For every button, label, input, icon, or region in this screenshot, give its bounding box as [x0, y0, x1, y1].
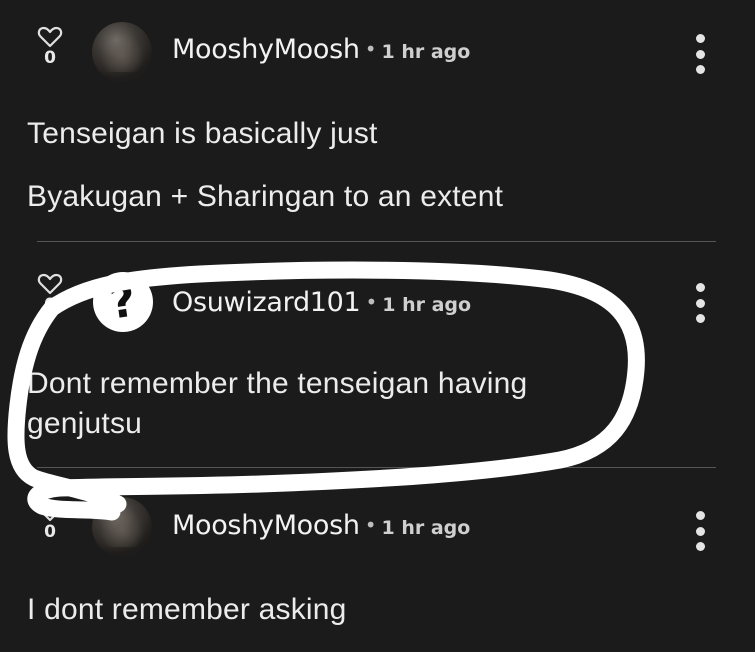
comment: 0 ? Osuwizard101 • 1 hr ago Dont remembe…: [0, 243, 755, 469]
username[interactable]: MooshyMoosh: [172, 34, 360, 65]
heart-outline-icon: [37, 26, 63, 48]
timestamp: 1 hr ago: [382, 294, 472, 316]
timestamp: 1 hr ago: [381, 41, 471, 63]
avatar[interactable]: [92, 497, 152, 557]
separator-dot: •: [364, 37, 377, 61]
more-vertical-icon[interactable]: [689, 511, 711, 551]
separator-dot: •: [365, 290, 378, 314]
more-vertical-icon[interactable]: [689, 283, 711, 323]
like-button[interactable]: 0: [36, 26, 64, 67]
comment: 0 MooshyMoosh • 1 hr ago Tenseigan is ba…: [0, 0, 755, 240]
comment-meta: MooshyMoosh • 1 hr ago: [172, 510, 470, 541]
comment-text: I dont remember asking: [27, 593, 347, 626]
comment-text: Byakugan + Sharingan to an extent: [27, 180, 504, 213]
more-vertical-icon[interactable]: [689, 34, 711, 74]
like-count: 0: [44, 48, 56, 68]
comment-text: Dont remember the tenseigan having: [27, 367, 528, 400]
heart-outline-icon: [37, 273, 63, 295]
username[interactable]: Osuwizard101: [172, 287, 361, 318]
like-button[interactable]: 0: [36, 273, 64, 314]
like-count: 0: [44, 295, 56, 315]
question-mark-icon: ?: [106, 275, 140, 330]
comment-meta: Osuwizard101 • 1 hr ago: [172, 287, 471, 318]
separator-dot: •: [364, 513, 377, 537]
comment: 0 MooshyMoosh • 1 hr ago I dont remember…: [0, 469, 755, 652]
like-count: 0: [44, 522, 56, 542]
timestamp: 1 hr ago: [381, 517, 471, 539]
avatar[interactable]: [92, 22, 152, 82]
username[interactable]: MooshyMoosh: [172, 510, 360, 541]
question-mark-avatar[interactable]: ?: [93, 272, 153, 332]
comment-meta: MooshyMoosh • 1 hr ago: [172, 34, 470, 65]
divider: [37, 467, 716, 468]
comment-text: genjutsu: [27, 407, 143, 440]
comment-text: Tenseigan is basically just: [27, 117, 378, 150]
heart-outline-icon: [37, 500, 63, 522]
divider: [37, 241, 716, 242]
like-button[interactable]: 0: [36, 500, 64, 541]
